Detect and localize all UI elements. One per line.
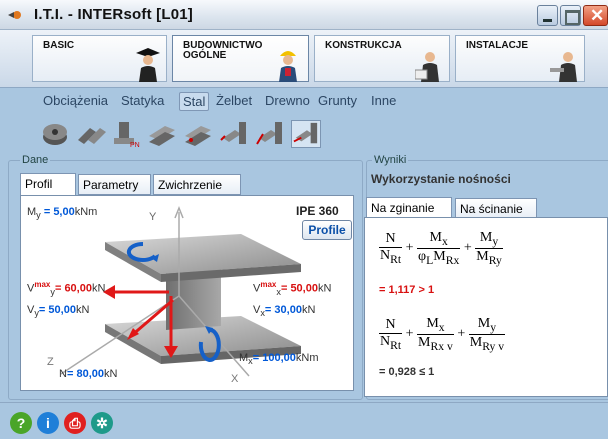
- print-icon[interactable]: ⎙: [64, 412, 86, 434]
- results-area: N NRt + Mx φLMRx + My MRy = 1,117 > 1 N NRt …: [364, 217, 608, 397]
- maximize-button[interactable]: [560, 5, 581, 26]
- beam-column-icon[interactable]: [219, 120, 249, 148]
- menu-drewno[interactable]: Drewno: [262, 92, 313, 109]
- shear-bending-formula: N NRt + Mx MRx v + My MRy v: [379, 316, 506, 353]
- y-axis-label: Y: [149, 211, 157, 223]
- beam-icon[interactable]: [147, 120, 177, 148]
- svg-text:PN: PN: [130, 142, 140, 148]
- app-logo-icon: [8, 11, 21, 19]
- category-konstrukcja[interactable]: KONSTRUKCJA: [314, 35, 450, 82]
- close-icon: ✕: [590, 6, 605, 25]
- bending-result: = 1,117 > 1: [379, 284, 435, 296]
- weld-connection-icon[interactable]: [76, 120, 106, 148]
- mx-label: Mx= 100,00kNm: [239, 352, 319, 367]
- column-base-icon[interactable]: PN: [110, 120, 140, 148]
- bottom-toolbar: ? i ⎙ ✲: [0, 402, 608, 439]
- category-budownictwo-ogolne[interactable]: BUDOWNICTWO OGÓLNE: [172, 35, 309, 82]
- vx-label: Vx= 30,00kN: [253, 304, 316, 319]
- results-group-title: Wyniki: [372, 154, 409, 166]
- minimize-button[interactable]: [537, 5, 558, 26]
- help-icon[interactable]: ?: [10, 412, 32, 434]
- window-title: I.T.I. - INTERsoft [L01]: [34, 6, 193, 23]
- title-bar[interactable]: I.T.I. - INTERsoft [L01] ✕: [0, 0, 608, 30]
- results-heading: Wykorzystanie nośności: [371, 172, 511, 186]
- category-label: BASIC: [43, 40, 75, 51]
- my-label: My = 5,00kNm: [27, 206, 98, 221]
- tools-icon[interactable]: ✲: [91, 412, 113, 434]
- n-label: N= 80,00kN: [59, 368, 118, 380]
- category-label: BUDOWNICTWO OGÓLNE: [183, 40, 263, 61]
- z-axis-label: Z: [47, 356, 54, 368]
- shear-result: = 0,928 ≤ 1: [379, 366, 435, 378]
- menu-inne[interactable]: Inne: [368, 92, 399, 109]
- engineer-figure-icon: [415, 52, 439, 82]
- bending-formula: N NRt + Mx φLMRx + My MRy: [379, 230, 503, 267]
- bolt-connection-icon[interactable]: [40, 120, 70, 148]
- vx-max-label: Vmaxx= 50,00kN: [253, 280, 332, 297]
- frame-corner-icon[interactable]: [255, 120, 285, 148]
- x-axis-label: X: [231, 373, 239, 385]
- menu-stal[interactable]: Stal: [179, 92, 210, 111]
- menu-statyka[interactable]: Statyka: [118, 92, 167, 109]
- frame-connection-icon[interactable]: [291, 120, 321, 148]
- category-label: KONSTRUKCJA: [325, 40, 402, 51]
- tab-na-scinanie[interactable]: Na ścinanie: [455, 198, 537, 219]
- info-icon[interactable]: i: [37, 412, 59, 434]
- vy-max-label: Vmaxy= 60,00kN: [27, 280, 106, 297]
- profile-name: IPE 360: [296, 204, 339, 218]
- tab-parametry[interactable]: Parametry: [78, 174, 151, 195]
- tab-zwichrzenie[interactable]: Zwichrzenie: [153, 174, 241, 195]
- graduate-figure-icon: [136, 48, 160, 82]
- installer-figure-icon: [550, 52, 577, 82]
- profile-canvas: My = 5,00kNm Y IPE 360 Profile Vmaxy= 60…: [20, 195, 354, 391]
- menu-zelbet[interactable]: Żelbet: [213, 92, 255, 109]
- beam-joint-icon[interactable]: [183, 120, 213, 148]
- vy-label: Vy= 50,00kN: [27, 304, 90, 319]
- close-button[interactable]: ✕: [583, 5, 608, 26]
- menu-obciazenia[interactable]: Obciążenia: [40, 92, 111, 109]
- profile-button[interactable]: Profile: [302, 220, 352, 240]
- category-instalacje[interactable]: INSTALACJE: [455, 35, 585, 82]
- data-group-title: Dane: [20, 154, 51, 166]
- tab-profil[interactable]: Profil: [20, 173, 76, 196]
- module-menu: Obciążenia Statyka Stal Żelbet Drewno Gr…: [0, 88, 608, 114]
- category-basic[interactable]: BASIC: [32, 35, 167, 82]
- builder-figure-icon: [279, 51, 297, 82]
- steel-toolbar: PN: [0, 114, 608, 152]
- menu-grunty[interactable]: Grunty: [315, 92, 360, 109]
- category-label: INSTALACJE: [466, 40, 529, 51]
- category-bar: BASIC BUDOWNICTWO OGÓLNE KONSTRUKCJA INS…: [0, 30, 608, 88]
